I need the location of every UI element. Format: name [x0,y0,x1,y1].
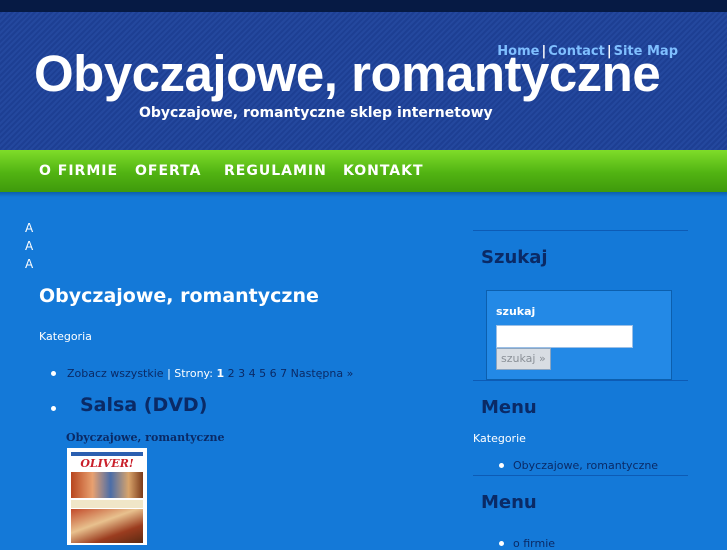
search-box: szukaj szukaj » [486,290,672,380]
search-label: szukaj [496,305,536,318]
poster-band [71,500,143,508]
nav-item-kontakt[interactable]: KONTAKT [343,163,424,179]
site-tagline: Obyczajowe, romantyczne sklep internetow… [139,105,493,121]
product-cover-image[interactable]: OLIVER! [67,448,147,545]
search-input[interactable] [496,325,633,348]
list-bullet [499,463,504,468]
product-category: Obyczajowe, romantyczne [66,431,225,444]
product-title[interactable]: Salsa (DVD) [80,394,207,416]
poster-title: OLIVER! [80,457,134,470]
categories-label: Kategorie [473,432,526,445]
stray-letter: A [25,221,34,235]
nav-shadow [0,192,727,197]
menu-heading: Menu [481,397,537,418]
sidebar-divider [473,380,688,381]
list-bullet [499,541,504,546]
category-label: Kategoria [39,330,92,343]
site-title[interactable]: Obyczajowe, romantyczne [34,44,661,103]
nav-item-oferta[interactable]: OFERTA [135,163,201,179]
page-title: Obyczajowe, romantyczne [39,285,319,307]
page-link[interactable]: 7 [280,367,287,380]
pagination: Zobacz wszystkie | Strony: 1 2 3 4 5 6 7… [67,367,353,380]
stray-letter: A [25,239,34,253]
page-link[interactable]: 2 [228,367,235,380]
pages-label: | Strony: [167,367,213,380]
nav-item-regulamin[interactable]: REGULAMIN [224,163,327,179]
poster-art [71,509,143,543]
poster-art [71,472,143,498]
poster-band [71,452,143,456]
list-bullet [51,371,56,376]
page-link[interactable]: 3 [238,367,245,380]
search-button[interactable]: szukaj » [496,348,551,370]
search-heading: Szukaj [481,247,548,268]
current-page: 1 [216,367,225,380]
list-bullet [51,406,56,411]
page-link[interactable]: 6 [270,367,277,380]
see-all-link[interactable]: Zobacz wszystkie [67,367,164,380]
site-header: Home | Contact | Site Map Obyczajowe, romant… [0,0,727,150]
nav-item-o-firmie[interactable]: O FIRMIE [39,163,118,179]
sidebar-divider [473,475,688,476]
next-page-link[interactable]: Następna » [291,367,354,380]
stray-letter: A [25,257,34,271]
menu-heading: Menu [481,492,537,513]
sidebar-item-o-firmie[interactable]: o firmie [513,537,555,550]
main-nav: O FIRMIE OFERTA REGULAMIN KONTAKT [0,150,727,192]
sidebar-divider [473,230,688,231]
page-link[interactable]: 4 [249,367,256,380]
sidebar-item-category[interactable]: Obyczajowe, romantyczne [513,459,658,472]
page-link[interactable]: 5 [259,367,266,380]
